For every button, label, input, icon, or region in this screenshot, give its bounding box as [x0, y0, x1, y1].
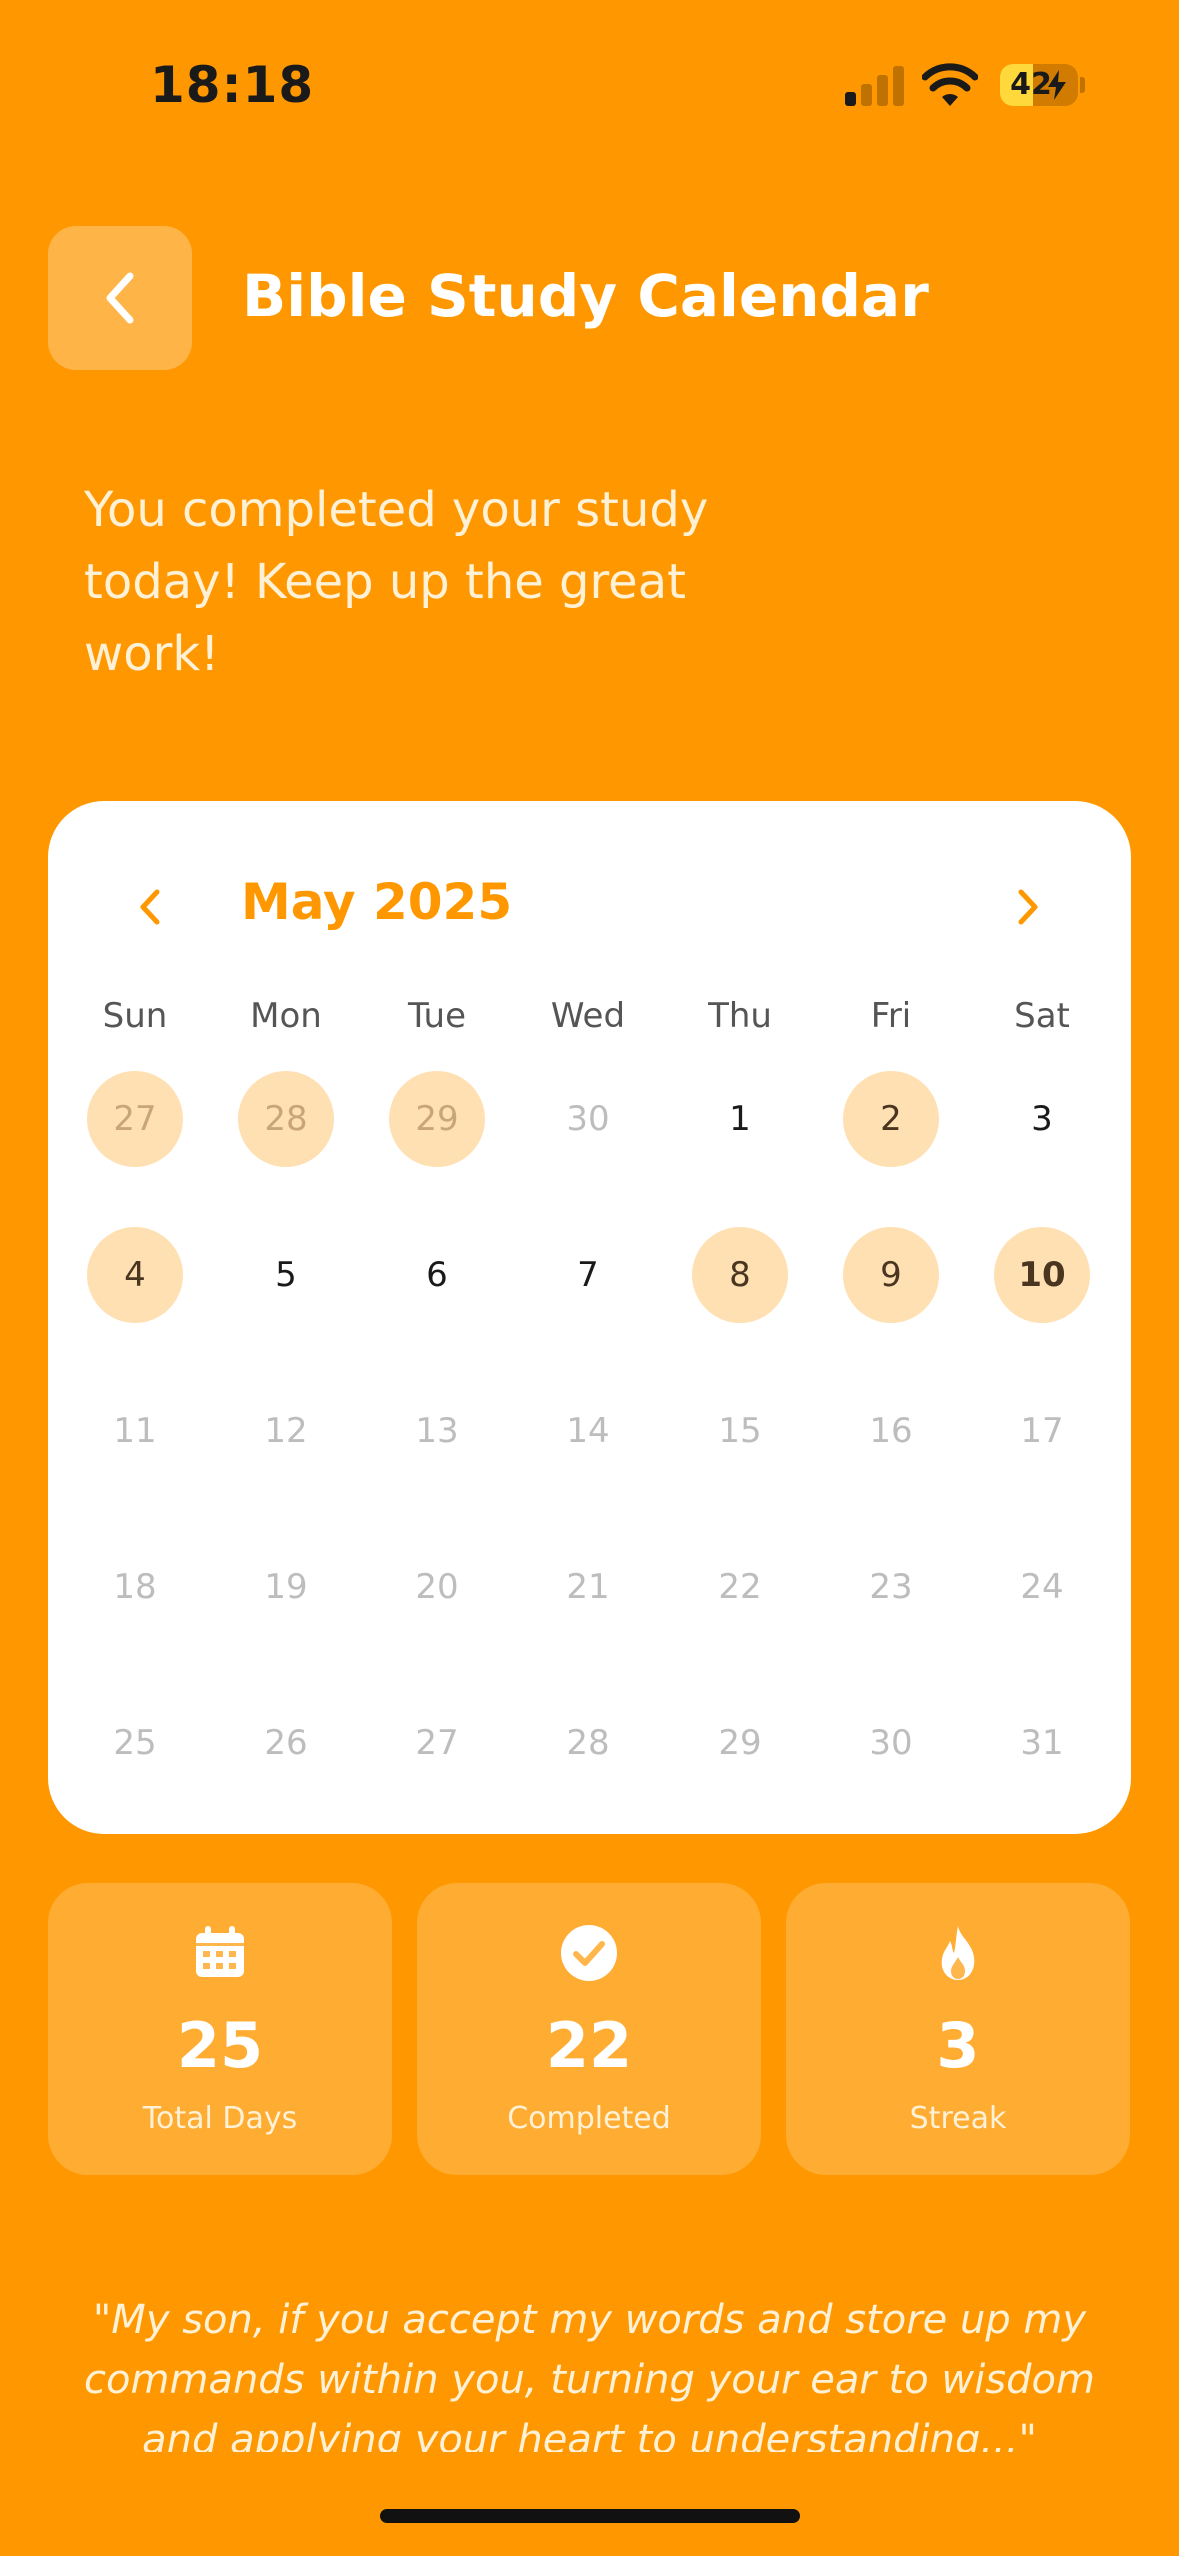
stat-value: 25 [176, 2009, 264, 2082]
stat-label: Completed [507, 2101, 671, 2136]
weekday-fri: Fri [870, 996, 912, 1036]
calendar-day[interactable]: 30 [540, 1071, 636, 1167]
weekday-sat: Sat [1014, 996, 1070, 1036]
calendar-day[interactable]: 8 [692, 1227, 788, 1323]
calendar-day[interactable]: 26 [238, 1695, 334, 1791]
wifi-icon [922, 63, 978, 106]
weekday-thu: Thu [708, 996, 772, 1036]
calendar-day[interactable]: 4 [87, 1227, 183, 1323]
bible-verse: "My son, if you accept my words and stor… [84, 2297, 1095, 2452]
weekday-sun: Sun [102, 996, 168, 1036]
calendar-day[interactable]: 19 [238, 1539, 334, 1635]
calendar-day[interactable]: 20 [389, 1539, 485, 1635]
calendar-day[interactable]: 24 [994, 1539, 1090, 1635]
previous-month-button[interactable] [120, 877, 180, 937]
stat-label: Streak [909, 2101, 1007, 2136]
battery-icon: 42 [1000, 64, 1078, 106]
calendar-day[interactable]: 27 [87, 1071, 183, 1167]
calendar-day[interactable]: 27 [389, 1695, 485, 1791]
calendar-day[interactable]: 5 [238, 1227, 334, 1323]
stat-value: 3 [936, 2009, 980, 2082]
chevron-left-icon [140, 889, 160, 925]
weekday-tue: Tue [407, 996, 467, 1036]
flame-icon [941, 1926, 975, 1980]
calendar-day[interactable]: 29 [389, 1071, 485, 1167]
status-bar: 18:18 42 [0, 0, 1179, 170]
calendar-day[interactable]: 29 [692, 1695, 788, 1791]
calendar-day[interactable]: 30 [843, 1695, 939, 1791]
calendar-day[interactable]: 15 [692, 1383, 788, 1479]
home-indicator[interactable] [380, 2509, 800, 2523]
calendar-day[interactable]: 2 [843, 1071, 939, 1167]
battery-cap [1080, 77, 1085, 93]
calendar-day[interactable]: 28 [238, 1071, 334, 1167]
stat-value: 22 [545, 2009, 633, 2082]
weekday-mon: Mon [250, 996, 322, 1036]
stat-label: Total Days [142, 2101, 298, 2136]
calendar-day[interactable]: 25 [87, 1695, 183, 1791]
page-title: Bible Study Calendar [242, 262, 929, 330]
calendar-card: May 2025 Sun Mon Tue Wed Thu Fri Sat 27 28 29 30 1… [48, 801, 1131, 1834]
charging-bolt-icon [1048, 70, 1066, 100]
calendar-day[interactable]: 3 [994, 1071, 1090, 1167]
status-time: 18:18 [150, 56, 315, 114]
calendar-day[interactable]: 11 [87, 1383, 183, 1479]
calendar-day-today[interactable]: 10 [994, 1227, 1090, 1323]
verse-container: "My son, if you accept my words and stor… [60, 2290, 1119, 2452]
calendar-day[interactable]: 21 [540, 1539, 636, 1635]
weekday-header: Sun Mon Tue Wed Thu Fri Sat [48, 996, 1131, 1046]
stat-total-days: 25 Total Days [48, 1883, 392, 2175]
calendar-icon [196, 1926, 244, 1977]
completion-message: You completed your study today! Keep up … [84, 482, 709, 682]
calendar-day[interactable]: 23 [843, 1539, 939, 1635]
calendar-day[interactable]: 7 [540, 1227, 636, 1323]
cellular-signal-icon [845, 64, 905, 106]
check-circle-icon [561, 1925, 617, 1981]
calendar-day[interactable]: 14 [540, 1383, 636, 1479]
calendar-day[interactable]: 12 [238, 1383, 334, 1479]
calendar-day[interactable]: 1 [692, 1071, 788, 1167]
back-button[interactable] [48, 226, 192, 370]
calendar-day[interactable]: 28 [540, 1695, 636, 1791]
calendar-day[interactable]: 18 [87, 1539, 183, 1635]
chevron-right-icon [1018, 889, 1038, 925]
calendar-day[interactable]: 22 [692, 1539, 788, 1635]
next-month-button[interactable] [998, 877, 1058, 937]
calendar-day[interactable]: 6 [389, 1227, 485, 1323]
weekday-wed: Wed [550, 996, 626, 1036]
chevron-left-icon [106, 272, 134, 324]
calendar-day[interactable]: 16 [843, 1383, 939, 1479]
calendar-day[interactable]: 17 [994, 1383, 1090, 1479]
stat-completed: 22 Completed [417, 1883, 761, 2175]
stat-streak: 3 Streak [786, 1883, 1130, 2175]
calendar-day[interactable]: 9 [843, 1227, 939, 1323]
calendar-day[interactable]: 13 [389, 1383, 485, 1479]
month-label: May 2025 [241, 873, 513, 931]
calendar-day[interactable]: 31 [994, 1695, 1090, 1791]
